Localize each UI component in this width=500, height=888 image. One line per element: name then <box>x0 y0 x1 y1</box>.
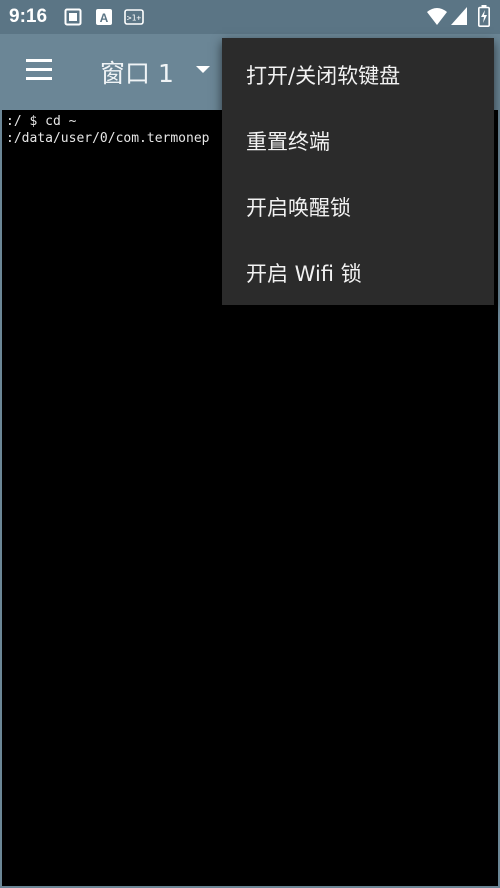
sd-card-icon <box>64 8 82 26</box>
terminal-line: :/data/user/0/com.termonep <box>6 131 210 146</box>
menu-item-wifi-lock[interactable]: 开启 Wifi 锁 <box>222 238 494 304</box>
battery-charging-icon <box>478 5 490 27</box>
menu-item-label: 重置终端 <box>246 130 330 154</box>
status-bar: 9:16 A >1+ <box>0 0 500 34</box>
status-time: 9:16 <box>9 6 48 27</box>
wifi-icon <box>427 8 447 25</box>
menu-item-reset-terminal[interactable]: 重置终端 <box>222 106 494 172</box>
caret-down-icon[interactable] <box>196 66 210 73</box>
signal-icon <box>451 7 467 25</box>
terminal-line: :/ $ cd ~ <box>6 114 77 129</box>
menu-item-label: 开启 Wifi 锁 <box>246 262 362 286</box>
a-badge-text: A <box>100 11 109 25</box>
menu-item-toggle-keyboard[interactable]: 打开/关闭软键盘 <box>222 40 494 106</box>
menu-item-label: 开启唤醒锁 <box>246 196 351 220</box>
a-icon: A <box>96 9 112 25</box>
shortcut-badge-text: >1+ <box>127 14 142 23</box>
hamburger-icon[interactable] <box>26 59 52 81</box>
overflow-menu: 打开/关闭软键盘 重置终端 开启唤醒锁 开启 Wifi 锁 <box>222 38 494 305</box>
menu-item-label: 打开/关闭软键盘 <box>246 64 401 88</box>
menu-item-wake-lock[interactable]: 开启唤醒锁 <box>222 172 494 238</box>
keyboard-shortcut-icon: >1+ <box>124 9 144 25</box>
window-title[interactable]: 窗口 1 <box>100 54 174 90</box>
